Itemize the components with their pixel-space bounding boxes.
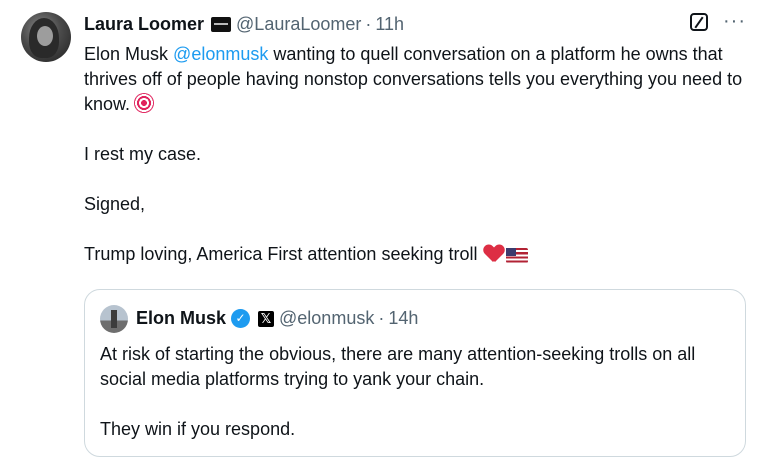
target-emoji-icon bbox=[134, 93, 155, 113]
tweet-paragraph-3: Signed, bbox=[84, 194, 146, 214]
red-heart-emoji-icon bbox=[484, 245, 504, 263]
x-affiliation-icon: 𝕏 bbox=[258, 310, 275, 327]
mention-link[interactable]: @elonmusk bbox=[173, 44, 268, 64]
quoted-author-avatar bbox=[100, 305, 128, 333]
quoted-author-handle: @elonmusk bbox=[279, 308, 375, 328]
quoted-paragraph-2: They win if you respond. bbox=[100, 419, 296, 439]
affiliation-badge-icon[interactable] bbox=[211, 16, 232, 32]
tweet[interactable]: Laura Loomer @LauraLoomer · 11h ··· Elon… bbox=[0, 0, 768, 476]
tweet-paragraph-2: I rest my case. bbox=[84, 144, 202, 164]
quoted-paragraph-1: At risk of starting the obvious, there a… bbox=[100, 344, 696, 389]
quoted-author-display-name: Elon Musk bbox=[136, 308, 227, 328]
tweet-timestamp[interactable]: 11h bbox=[375, 14, 404, 35]
tweet-paragraph-4: Trump loving, America First attention se… bbox=[84, 242, 754, 267]
edit-icon[interactable] bbox=[690, 13, 708, 31]
author-display-name[interactable]: Laura Loomer bbox=[84, 14, 204, 35]
author-handle[interactable]: @LauraLoomer bbox=[236, 14, 361, 35]
quoted-tweet-timestamp: 14h bbox=[388, 308, 419, 328]
separator-dot: · bbox=[378, 308, 385, 328]
author-avatar[interactable] bbox=[21, 12, 71, 62]
us-flag-emoji-icon bbox=[505, 248, 528, 263]
tweet-paragraph-1: Elon Musk @elonmusk wanting to quell con… bbox=[84, 42, 754, 117]
body-text-segment: Trump loving, America First attention se… bbox=[84, 244, 478, 264]
tweet-body: Elon Musk @elonmusk wanting to quell con… bbox=[84, 42, 754, 292]
body-text-segment: Elon Musk bbox=[84, 44, 174, 64]
quoted-tweet-header: Elon Musk ✓ 𝕏 @elonmusk · 14h bbox=[136, 308, 418, 329]
more-options-icon[interactable]: ··· bbox=[723, 10, 746, 33]
separator-dot: · bbox=[365, 13, 372, 34]
quoted-tweet-card[interactable]: Elon Musk ✓ 𝕏 @elonmusk · 14h At risk of… bbox=[84, 289, 746, 457]
verified-badge-icon: ✓ bbox=[231, 309, 251, 328]
quoted-tweet-body: At risk of starting the obvious, there a… bbox=[100, 342, 730, 467]
avatar-face bbox=[37, 26, 53, 46]
tweet-header: Laura Loomer @LauraLoomer · 11h bbox=[84, 12, 404, 36]
